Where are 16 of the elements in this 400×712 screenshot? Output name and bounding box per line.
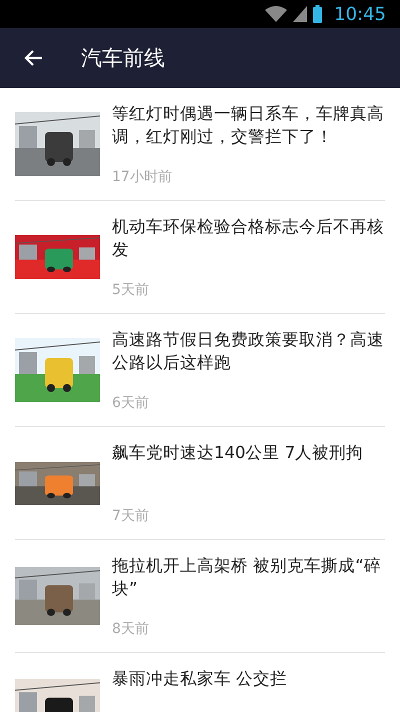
article-title[interactable]: 拖拉机开上高架桥 被别克车撕成“碎块” bbox=[112, 554, 385, 600]
signal-icon bbox=[293, 6, 308, 22]
article-title[interactable]: 高速路节假日免费政策要取消？高速公路以后这样跑 bbox=[112, 328, 385, 374]
battery-icon bbox=[313, 5, 322, 23]
article-time: 6天前 bbox=[112, 394, 150, 412]
article-time: 8天前 bbox=[112, 620, 150, 638]
article-title[interactable]: 机动车环保检验合格标志今后不再核发 bbox=[112, 215, 385, 261]
article-title[interactable]: 飙车党时速达140公里 7人被刑拘 bbox=[112, 441, 385, 464]
clock-time: 10:45 bbox=[334, 4, 386, 24]
wifi-icon bbox=[265, 6, 288, 22]
article-title[interactable]: 暴雨冲走私家车 公交拦 bbox=[112, 667, 385, 690]
article-title[interactable]: 等红灯时偶遇一辆日系车，车牌真高调，红灯刚过，交警拦下了！ bbox=[112, 102, 385, 148]
article-time: 5天前 bbox=[112, 281, 150, 299]
article-time: 17小时前 bbox=[112, 168, 173, 186]
screen-title: 汽车前线 bbox=[81, 45, 165, 72]
article-time: 7天前 bbox=[112, 507, 150, 525]
